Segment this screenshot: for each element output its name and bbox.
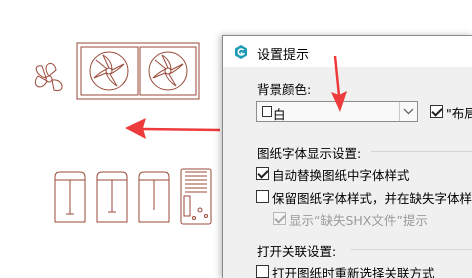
layout-checkbox-label: "布局: [446, 106, 472, 121]
bg-color-value: 白: [273, 107, 286, 122]
layout-checkbox[interactable]: [430, 105, 443, 118]
exhaust-fan-icon: [76, 42, 200, 100]
appliance-icon: [54, 168, 212, 225]
app-logo-icon: [235, 45, 247, 59]
section-divider: [371, 151, 472, 152]
dialog-title: 设置提示: [257, 48, 310, 63]
open-assoc-header: 打开关联设置:: [257, 244, 337, 259]
auto-replace-label: 自动替换图纸中字体样式: [272, 168, 410, 183]
reselect-assoc-label: 打开图纸时重新选择关联方式: [272, 266, 435, 278]
keep-font-label: 保留图纸字体样式，并在缺失字体样式: [272, 191, 472, 206]
auto-replace-checkbox[interactable]: [256, 167, 269, 180]
section-divider: [351, 249, 472, 250]
fan-icon: [34, 62, 63, 92]
keep-font-checkbox[interactable]: [256, 190, 269, 203]
show-missing-shx-checkbox[interactable]: [273, 212, 286, 225]
reselect-assoc-checkbox[interactable]: [256, 265, 269, 278]
arrow-icon: [125, 118, 221, 139]
settings-dialog: 设置提示 背景颜色: 白 "布局 图纸字体显示设置: 自动替换图纸中字体样式 保…: [222, 35, 472, 278]
show-missing-shx-label: 显示“缺失SHX文件”提示: [289, 213, 428, 228]
color-swatch: [262, 106, 272, 117]
drawing-font-header: 图纸字体显示设置:: [257, 146, 362, 161]
bg-color-label: 背景颜色:: [257, 82, 312, 97]
arrow-icon: [331, 55, 347, 112]
dropdown-arrow-icon[interactable]: [399, 102, 417, 121]
